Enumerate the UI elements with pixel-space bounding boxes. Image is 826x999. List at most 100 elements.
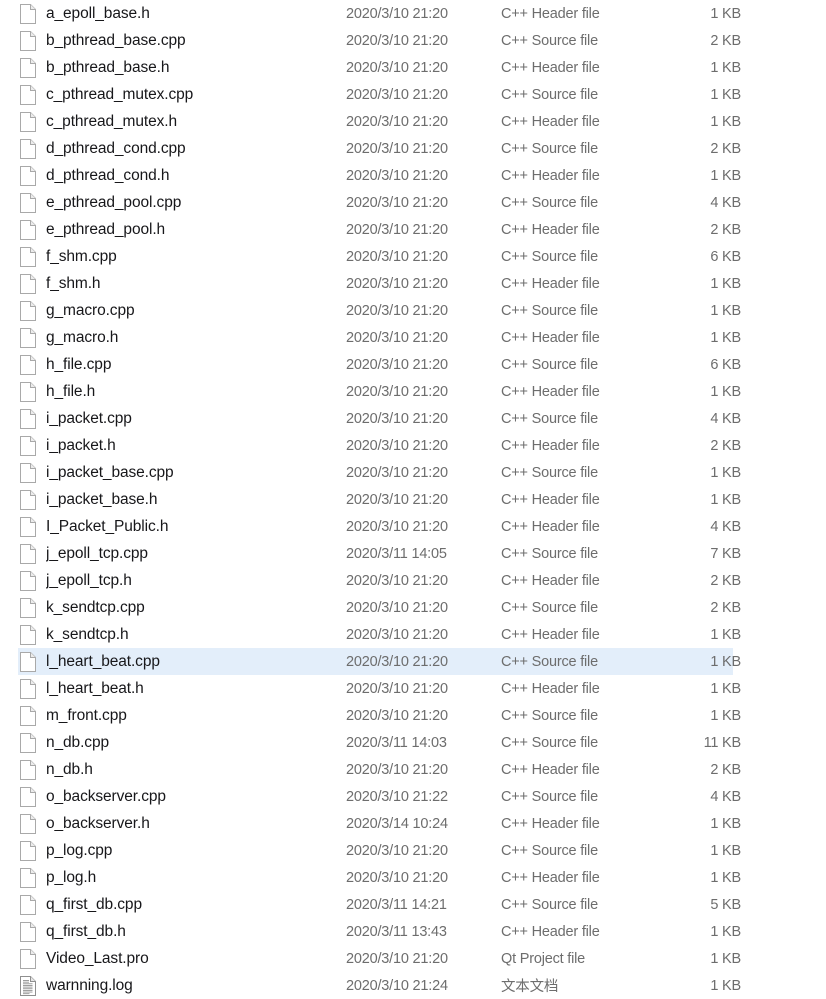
file-name[interactable]: warnning.log (46, 977, 346, 995)
file-name[interactable]: g_macro.cpp (46, 302, 346, 320)
file-name[interactable]: m_front.cpp (46, 707, 346, 725)
file-row[interactable]: o_backserver.cpp 2020/3/10 21:22 C++ Sourc… (0, 783, 826, 810)
file-row[interactable]: g_macro.h 2020/3/10 21:20 C++ Header file 1… (0, 324, 826, 351)
file-row[interactable]: i_packet.cpp 2020/3/10 21:20 C++ Source fi… (0, 405, 826, 432)
file-name[interactable]: q_first_db.cpp (46, 896, 346, 914)
file-name[interactable]: f_shm.h (46, 275, 346, 293)
file-size: 4 KB (710, 410, 741, 427)
file-row[interactable]: n_db.h 2020/3/10 21:20 C++ Header file 2 KB (0, 756, 826, 783)
file-date-modified: 2020/3/10 21:24 (346, 977, 448, 994)
file-type: C++ Header file (501, 437, 600, 454)
file-type: C++ Source file (501, 788, 598, 805)
file-list[interactable]: a_epoll_base.h 2020/3/10 21:20 C++ Header … (0, 0, 826, 996)
file-name[interactable]: c_pthread_mutex.cpp (46, 86, 346, 104)
file-row[interactable]: d_pthread_cond.cpp 2020/3/10 21:20 C++ Sou… (0, 135, 826, 162)
file-name[interactable]: i_packet.cpp (46, 410, 346, 428)
file-row[interactable]: i_packet_base.h 2020/3/10 21:20 C++ Header… (0, 486, 826, 513)
file-row[interactable]: e_pthread_pool.cpp 2020/3/10 21:20 C++ Sou… (0, 189, 826, 216)
file-type: C++ Source file (501, 896, 598, 913)
file-row[interactable]: j_epoll_tcp.cpp 2020/3/11 14:05 C++ Source… (0, 540, 826, 567)
file-row[interactable]: Video_Last.pro 2020/3/10 21:20 Qt Project … (0, 945, 826, 972)
file-name[interactable]: l_heart_beat.h (46, 680, 346, 698)
file-size: 1 KB (710, 59, 741, 76)
file-name[interactable]: e_pthread_pool.h (46, 221, 346, 239)
file-type: C++ Header file (501, 113, 600, 130)
file-size: 1 KB (710, 302, 741, 319)
file-row[interactable]: q_first_db.cpp 2020/3/11 14:21 C++ Source … (0, 891, 826, 918)
file-name[interactable]: n_db.h (46, 761, 346, 779)
file-size: 2 KB (710, 761, 741, 778)
file-row[interactable]: j_epoll_tcp.h 2020/3/10 21:20 C++ Header f… (0, 567, 826, 594)
file-name[interactable]: n_db.cpp (46, 734, 346, 752)
file-row[interactable]: m_front.cpp 2020/3/10 21:20 C++ Source fil… (0, 702, 826, 729)
file-date-modified: 2020/3/10 21:20 (346, 383, 448, 400)
file-name[interactable]: j_epoll_tcp.h (46, 572, 346, 590)
file-name[interactable]: d_pthread_cond.cpp (46, 140, 346, 158)
file-size: 1 KB (710, 464, 741, 481)
file-row[interactable]: p_log.h 2020/3/10 21:20 C++ Header file 1 K… (0, 864, 826, 891)
file-name[interactable]: q_first_db.h (46, 923, 346, 941)
file-name[interactable]: a_epoll_base.h (46, 5, 346, 23)
file-row[interactable]: f_shm.cpp 2020/3/10 21:20 C++ Source file 6… (0, 243, 826, 270)
file-type: C++ Source file (501, 707, 598, 724)
file-name[interactable]: b_pthread_base.cpp (46, 32, 346, 50)
file-type: C++ Header file (501, 491, 600, 508)
file-name[interactable]: i_packet_base.cpp (46, 464, 346, 482)
file-type: C++ Source file (501, 545, 598, 562)
file-row[interactable]: h_file.cpp 2020/3/10 21:20 C++ Source file… (0, 351, 826, 378)
file-name[interactable]: h_file.cpp (46, 356, 346, 374)
file-size: 6 KB (710, 248, 741, 265)
file-name[interactable]: o_backserver.cpp (46, 788, 346, 806)
file-row[interactable]: d_pthread_cond.h 2020/3/10 21:20 C++ Heade… (0, 162, 826, 189)
file-name[interactable]: h_file.h (46, 383, 346, 401)
file-name[interactable]: k_sendtcp.cpp (46, 599, 346, 617)
file-row[interactable]: g_macro.cpp 2020/3/10 21:20 C++ Source fil… (0, 297, 826, 324)
file-size: 1 KB (710, 680, 741, 697)
file-name[interactable]: j_epoll_tcp.cpp (46, 545, 346, 563)
file-row[interactable]: p_log.cpp 2020/3/10 21:20 C++ Source file 1… (0, 837, 826, 864)
file-name[interactable]: g_macro.h (46, 329, 346, 347)
file-name[interactable]: e_pthread_pool.cpp (46, 194, 346, 212)
file-row[interactable]: q_first_db.h 2020/3/11 13:43 C++ Header fi… (0, 918, 826, 945)
file-name[interactable]: Video_Last.pro (46, 950, 346, 968)
file-name[interactable]: p_log.cpp (46, 842, 346, 860)
file-row[interactable]: l_heart_beat.h 2020/3/10 21:20 C++ Header … (0, 675, 826, 702)
file-size: 6 KB (710, 356, 741, 373)
file-row[interactable]: f_shm.h 2020/3/10 21:20 C++ Header file 1 K… (0, 270, 826, 297)
file-row[interactable]: h_file.h 2020/3/10 21:20 C++ Header file 1 … (0, 378, 826, 405)
file-date-modified: 2020/3/10 21:20 (346, 5, 448, 22)
file-row[interactable]: I_Packet_Public.h 2020/3/10 21:20 C++ Head… (0, 513, 826, 540)
file-size: 1 KB (710, 113, 741, 130)
file-name[interactable]: i_packet.h (46, 437, 346, 455)
file-name[interactable]: p_log.h (46, 869, 346, 887)
file-date-modified: 2020/3/10 21:20 (346, 410, 448, 427)
file-name[interactable]: k_sendtcp.h (46, 626, 346, 644)
file-row[interactable]: c_pthread_mutex.h 2020/3/10 21:20 C++ Head… (0, 108, 826, 135)
file-name[interactable]: d_pthread_cond.h (46, 167, 346, 185)
file-type: C++ Source file (501, 734, 598, 751)
file-date-modified: 2020/3/10 21:20 (346, 356, 448, 373)
file-size: 1 KB (710, 626, 741, 643)
file-name[interactable]: f_shm.cpp (46, 248, 346, 266)
file-row[interactable]: a_epoll_base.h 2020/3/10 21:20 C++ Header … (0, 0, 826, 27)
file-name[interactable]: I_Packet_Public.h (46, 518, 346, 536)
file-type: C++ Source file (501, 194, 598, 211)
file-row[interactable]: b_pthread_base.h 2020/3/10 21:20 C++ Heade… (0, 54, 826, 81)
file-size: 2 KB (710, 437, 741, 454)
file-row[interactable]: c_pthread_mutex.cpp 2020/3/10 21:20 C++ So… (0, 81, 826, 108)
file-name[interactable]: l_heart_beat.cpp (46, 653, 346, 671)
file-name[interactable]: c_pthread_mutex.h (46, 113, 346, 131)
file-name[interactable]: i_packet_base.h (46, 491, 346, 509)
file-row[interactable]: b_pthread_base.cpp 2020/3/10 21:20 C++ Sou… (0, 27, 826, 54)
file-row[interactable]: i_packet.h 2020/3/10 21:20 C++ Header file… (0, 432, 826, 459)
file-row[interactable]: n_db.cpp 2020/3/11 14:03 C++ Source file 11… (0, 729, 826, 756)
file-row[interactable]: i_packet_base.cpp 2020/3/10 21:20 C++ Sour… (0, 459, 826, 486)
file-row[interactable]: warnning.log 2020/3/10 21:24 文本文档 1 KB (0, 972, 826, 999)
file-row[interactable]: k_sendtcp.h 2020/3/10 21:20 C++ Header fil… (0, 621, 826, 648)
file-name[interactable]: o_backserver.h (46, 815, 346, 833)
file-row[interactable]: e_pthread_pool.h 2020/3/10 21:20 C++ Heade… (0, 216, 826, 243)
file-row[interactable]: l_heart_beat.cpp 2020/3/10 21:20 C++ Sourc… (0, 648, 826, 675)
file-row[interactable]: k_sendtcp.cpp 2020/3/10 21:20 C++ Source f… (0, 594, 826, 621)
file-row[interactable]: o_backserver.h 2020/3/14 10:24 C++ Header … (0, 810, 826, 837)
file-name[interactable]: b_pthread_base.h (46, 59, 346, 77)
